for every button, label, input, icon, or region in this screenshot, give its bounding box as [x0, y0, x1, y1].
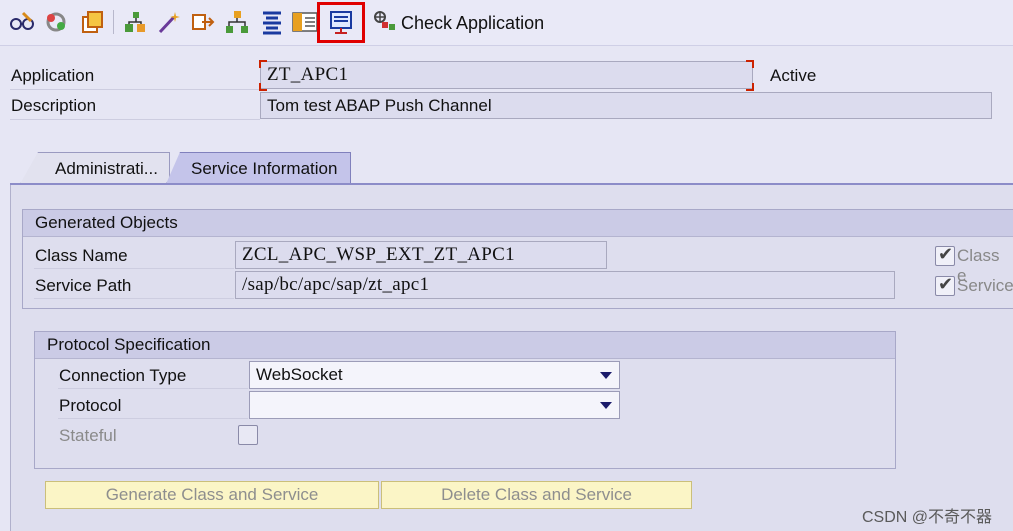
check-application-icon	[372, 8, 398, 39]
align-icon[interactable]	[258, 8, 286, 36]
hierarchy-icon[interactable]	[121, 8, 149, 36]
tab-service-information[interactable]: Service Information	[166, 152, 351, 184]
tree-icon[interactable]	[223, 8, 251, 36]
generate-class-and-service-button[interactable]: Generate Class and Service	[45, 481, 379, 509]
delete-class-and-service-button[interactable]: Delete Class and Service	[381, 481, 692, 509]
glasses-icon[interactable]	[8, 8, 36, 36]
checkmark-icon: ✔	[938, 244, 954, 264]
service-path-field[interactable]: /sap/bc/apc/sap/zt_apc1	[235, 271, 895, 299]
check-application-label: Check Application	[401, 12, 545, 33]
protocol-label: Protocol	[59, 396, 122, 415]
class-exists-checkbox[interactable]: ✔	[935, 244, 955, 266]
watermark-text: CSDN @不奇不器	[862, 509, 993, 526]
application-label: Application	[11, 66, 95, 85]
connection-type-label: Connection Type	[59, 366, 187, 385]
refresh-icon[interactable]	[42, 8, 70, 36]
application-status: Active	[770, 66, 817, 85]
application-toolbar: Check Application	[0, 0, 1013, 46]
application-field[interactable]: ZT_APC1	[260, 61, 753, 89]
stateful-checkbox[interactable]	[238, 425, 258, 445]
generated-objects-title: Generated Objects	[23, 210, 1013, 237]
protocol-specification-title: Protocol Specification	[35, 332, 895, 359]
copy-icon[interactable]	[78, 8, 106, 36]
checkmark-icon: ✔	[938, 274, 954, 294]
service-exists-label: Service	[957, 276, 1013, 295]
magic-wand-icon[interactable]	[155, 8, 183, 36]
dropdown-arrow-icon	[600, 372, 612, 379]
class-name-field[interactable]: ZCL_APC_WSP_EXT_ZT_APC1	[235, 241, 607, 269]
description-field[interactable]: Tom test ABAP Push Channel	[260, 92, 992, 119]
export-icon[interactable]	[189, 8, 217, 36]
service-path-label: Service Path	[35, 276, 132, 295]
check-application-button[interactable]: Check Application	[372, 8, 544, 38]
table-icon[interactable]	[291, 8, 319, 36]
description-label: Description	[11, 96, 97, 115]
connection-type-value: WebSocket	[256, 365, 343, 384]
tab-service-information-label: Service Information	[191, 158, 338, 178]
generate-button-label: Generate Class and Service	[105, 485, 319, 504]
protocol-dropdown[interactable]	[249, 391, 620, 419]
connection-type-dropdown[interactable]: WebSocket	[249, 361, 620, 389]
tab-administration-label: Administrati...	[55, 158, 158, 178]
tab-administration[interactable]: Administrati...	[20, 152, 170, 184]
service-exists-checkbox[interactable]: ✔	[935, 274, 955, 296]
dropdown-arrow-icon	[600, 402, 612, 409]
class-name-label: Class Name	[35, 246, 128, 265]
highlight-box	[317, 2, 365, 43]
stateful-label: Stateful	[59, 426, 117, 445]
delete-button-label: Delete Class and Service	[441, 485, 632, 504]
